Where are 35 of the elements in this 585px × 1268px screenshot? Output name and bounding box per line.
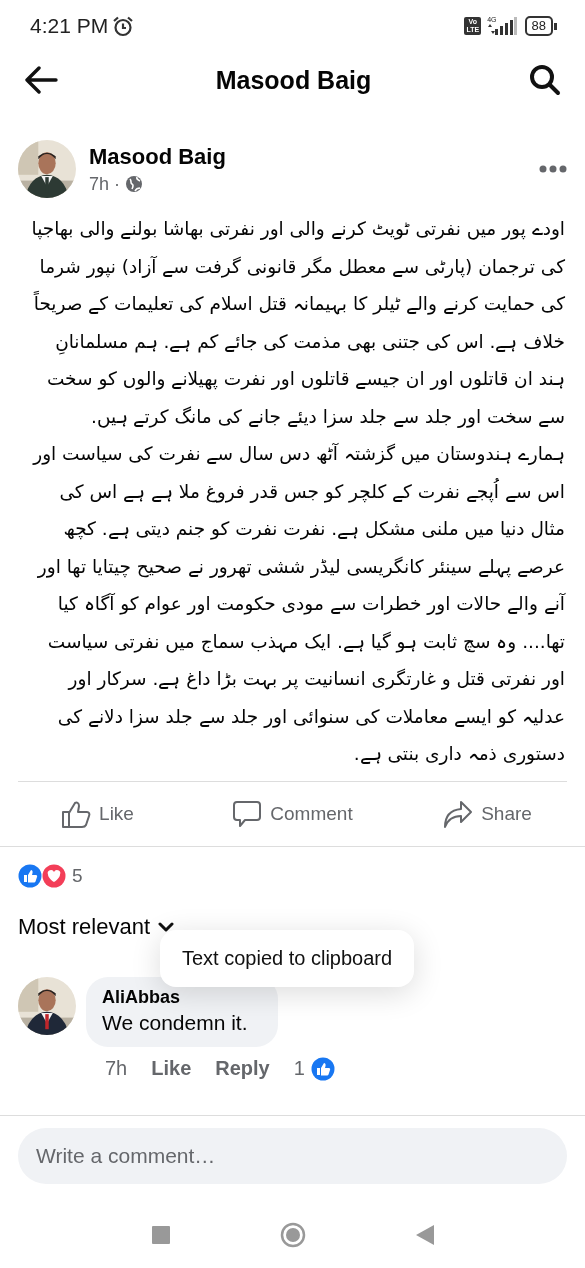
search-icon[interactable] <box>529 64 561 96</box>
battery-level: 88 <box>524 16 553 36</box>
reply-link[interactable]: Reply <box>215 1057 270 1080</box>
clipboard-toast: Text copied to clipboard <box>160 929 415 987</box>
signal-icon <box>486 17 517 35</box>
heart-reaction-icon <box>42 863 66 888</box>
back-triangle-icon[interactable] <box>415 1225 434 1245</box>
comment-reaction-count: 1 <box>293 1057 305 1080</box>
post-paragraph: اودے پور میں نفرتی ٹویٹ کرنے والی اور نفرتی بھاشا بولنے والی بھاجپا کی ترجمان (پارٹی سے معطل مگر قانونی گرفت سے آزاد) نپور شرما کی حمایت کرنے والے ٹیلر کا بہیمانہ قتل اسلام کی تعلیمات کے صریحاً خلاف ہے. اس کی جتنی بھی مذمت کی جائے کم ہے. ہم مسلمانانِ ہند ان قاتلوں اور ان جیسے قاتلوں اور نفرت پھیلانے والوں کو سخت سے سخت اور جلد سے جلد سزا دیئے جانے کی مانگ کرتے ہیں. <box>30 217 565 430</box>
alarm-icon <box>112 15 135 37</box>
comment-button[interactable]: Comment <box>226 792 359 835</box>
page-title: Masood Baig <box>214 65 373 95</box>
square-nav-icon[interactable] <box>151 1226 170 1244</box>
comment-like-link[interactable]: Like <box>151 1057 192 1080</box>
share-button[interactable]: Share <box>437 792 538 835</box>
globe-icon <box>125 175 144 193</box>
home-circle-icon[interactable] <box>279 1222 306 1248</box>
back-arrow-icon[interactable] <box>24 66 58 94</box>
like-button[interactable]: Like <box>55 792 140 835</box>
speech-bubble-icon <box>232 798 263 829</box>
reaction-count[interactable]: 5 <box>72 864 83 887</box>
separator-dot: · <box>114 173 121 195</box>
post-paragraph: ہمارے ہندوستان میں گزشتہ آٹھ دس سال سے نفرت کی سیاست اور اس سے اُپجے نفرت کے کلچر کو جس قدر فروغ ملا ہے ہے اس کی مثال دنیا میں ملنی مشکل ہے. نفرت نفرت کو جنم دیتی ہے. کچھ عرصے پہلے سینئر کانگریسی لیڈر ششی تھرور نے صحیح چیتایا تھا اور آنے والے حالات اور خطرات سے مودی حکومت اور عوام کو آگاہ کیا تھا.... وہ سچ ثابت ہو گیا ہے. ایک مہذب سماج میں نفرتی سیاست اور نفرتی قتل و غارتگری انسانیت پر بہت بڑا داغ ہے. سرکار اور عدلیہ کو ایسے معاملات کی سنوائی اور جلد سے جلد سزا دلانے کی دستوری ذمہ داری بنتی ہے. <box>31 442 565 767</box>
comment-input-field[interactable]: Write a comment… <box>18 1128 567 1184</box>
status-time: 4:21 PM <box>30 14 109 38</box>
commenter-name[interactable]: AliAbbas <box>102 986 180 1007</box>
comment-text: We condemn it. <box>102 1010 248 1034</box>
author-name[interactable]: Masood Baig <box>89 143 526 170</box>
more-options-icon[interactable] <box>539 165 567 173</box>
like-reaction-icon <box>310 1056 335 1081</box>
like-reaction-icon <box>18 863 42 888</box>
comment-time: 7h <box>105 1057 128 1080</box>
post-time: 7h <box>89 173 110 195</box>
share-arrow-icon <box>443 798 474 829</box>
chevron-down-icon <box>158 921 175 932</box>
